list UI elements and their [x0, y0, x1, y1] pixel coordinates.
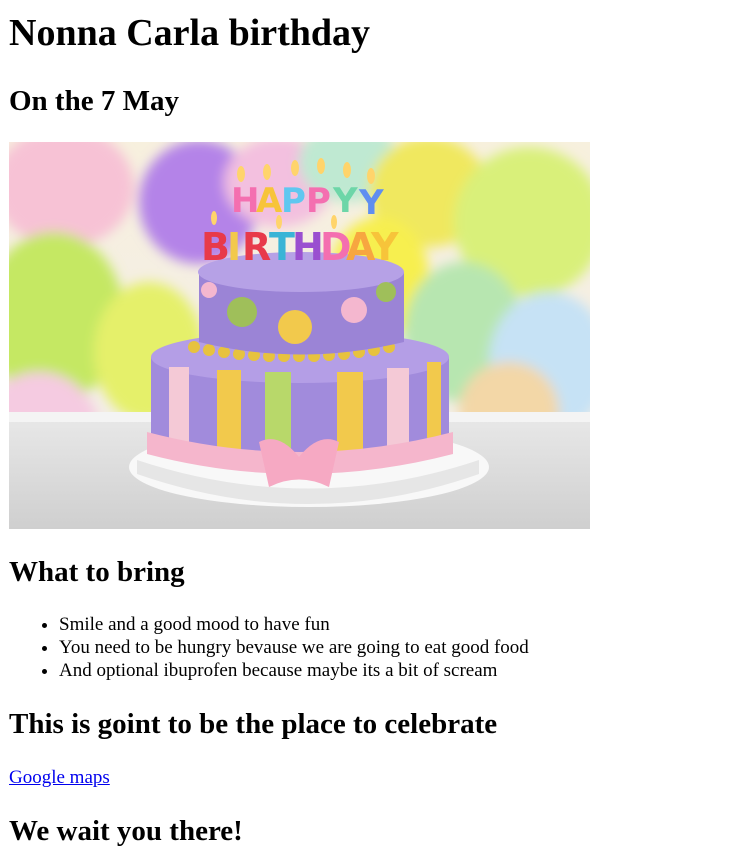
list-item: Smile and a good mood to have fun — [59, 613, 529, 636]
svg-text:R: R — [242, 225, 271, 269]
what-to-bring-heading: What to bring — [9, 556, 185, 588]
svg-text:I: I — [227, 225, 241, 269]
svg-text:Y: Y — [358, 183, 384, 223]
date-heading: On the 7 May — [9, 85, 179, 117]
svg-text:B: B — [201, 225, 230, 269]
list-item: You need to be hungry bevause we are goi… — [59, 636, 529, 659]
page-title: Nonna Carla birthday — [9, 12, 371, 54]
svg-text:Y: Y — [332, 181, 358, 221]
svg-text:A: A — [256, 181, 283, 221]
list-item: And optional ibuprofen because maybe its… — [59, 659, 529, 682]
place-heading: This is goint to be the place to celebra… — [9, 708, 498, 740]
closing-heading: We wait you there! — [9, 815, 243, 847]
svg-text:Y: Y — [370, 225, 399, 269]
svg-text:P: P — [306, 181, 331, 221]
birthday-cake-image: H A P P Y Y B I R T H D A Y — [9, 142, 590, 529]
google-maps-link[interactable]: Google maps — [9, 766, 110, 789]
svg-text:P: P — [281, 181, 306, 221]
bring-list: Smile and a good mood to have fun You ne… — [9, 613, 529, 682]
